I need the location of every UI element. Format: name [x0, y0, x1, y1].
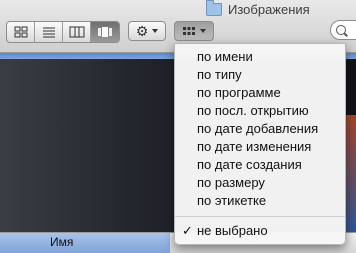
menu-item-by-application[interactable]: по программе: [175, 84, 345, 102]
menu-item-by-kind[interactable]: по типу: [175, 66, 345, 84]
menu-item-none[interactable]: ✓ не выбрано: [175, 222, 345, 240]
view-switcher: [6, 21, 120, 43]
coverflow-view-icon: [98, 27, 112, 37]
column-view-button[interactable]: [63, 22, 91, 42]
menu-item-none-label: не выбрано: [197, 223, 268, 238]
column-view-icon: [69, 26, 84, 38]
title-row: Изображения: [206, 0, 310, 17]
menu-item-by-date-modified[interactable]: по дате изменения: [175, 138, 345, 156]
menu-item-by-date-added[interactable]: по дате добавления: [175, 120, 345, 138]
name-column-header[interactable]: Имя: [0, 233, 170, 253]
menu-item-by-label[interactable]: по этикетке: [175, 192, 345, 210]
menu-item-by-size[interactable]: по размеру: [175, 174, 345, 192]
menu-item-by-date-created[interactable]: по дате создания: [175, 156, 345, 174]
search-icon: [336, 25, 346, 35]
chevron-down-icon: [152, 29, 159, 33]
window-title: Изображения: [228, 1, 310, 17]
checkmark-icon: ✓: [182, 223, 193, 238]
action-menu-button[interactable]: ⚙: [128, 21, 166, 41]
arrange-dropdown-menu: по имени по типу по программе по посл. о…: [174, 43, 346, 245]
menu-separator: [175, 216, 345, 217]
gear-icon: ⚙: [135, 23, 149, 39]
folder-icon: [206, 0, 222, 16]
grid-icon: [183, 27, 195, 35]
search-input[interactable]: [330, 20, 356, 40]
menu-item-by-name[interactable]: по имени: [175, 48, 345, 66]
chevron-down-icon: [200, 29, 206, 33]
menu-item-by-last-opened[interactable]: по посл. открытию: [175, 102, 345, 120]
list-view-icon: [42, 27, 55, 38]
arrange-button[interactable]: [174, 21, 214, 41]
icon-view-button[interactable]: [7, 22, 35, 42]
coverflow-view-button[interactable]: [91, 22, 119, 42]
list-view-button[interactable]: [35, 22, 63, 42]
icon-view-icon: [14, 26, 27, 38]
